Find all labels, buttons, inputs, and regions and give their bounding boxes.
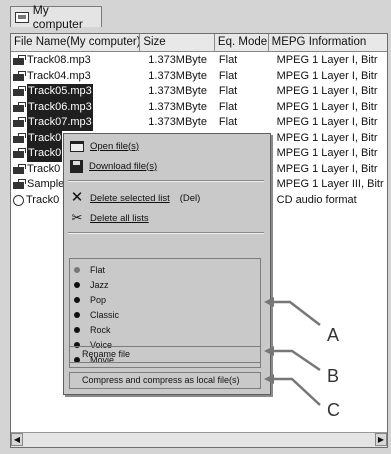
cell-size: 1.373MByte [148, 116, 207, 128]
column-header-size[interactable]: Size [140, 34, 215, 51]
file-name-text: Track04.mp3 [27, 69, 91, 82]
menu-item-open-files[interactable]: Open file(s) [70, 138, 139, 154]
column-header-eq-mode[interactable]: Eq. Mode [215, 34, 269, 51]
cd-audio-icon [13, 194, 24, 206]
cell-file-name: Track07.mp3 [11, 115, 140, 131]
table-row[interactable]: Track04.mp3 1.373MByte Flat MPEG 1 Layer I,… [11, 69, 387, 85]
computer-icon [15, 11, 29, 23]
file-name-text: Track08.mp3 [27, 54, 91, 66]
cell-eq-mode: Flat [218, 116, 238, 128]
cell-mpeg-info: MPEG 1 Layer I, Bitr [276, 54, 378, 66]
radio-dot-icon [74, 326, 80, 333]
explorer-panel: My computer File Name(My computer) Size … [0, 0, 391, 454]
file-name-text: Track06.mp3 [27, 99, 93, 115]
eq-mode-item[interactable]: Rock [74, 323, 111, 336]
delete-x-icon: ✕ [70, 189, 84, 206]
menu-separator [68, 232, 264, 234]
cell-mpeg-info: MPEG 1 Layer III, Bitr [276, 178, 384, 190]
table-row[interactable]: Track05.mp3 1.373MByte Flat MPEG 1 Layer I,… [11, 84, 387, 100]
context-menu: Open file(s) Download file(s) ✕ Delete s… [63, 133, 271, 395]
music-file-icon [13, 148, 26, 159]
music-file-icon [13, 132, 26, 144]
scissors-icon: ✂ [71, 210, 83, 225]
cell-file-name: Track06.mp3 [11, 99, 140, 115]
eq-mode-label: Flat [90, 264, 106, 275]
table-row[interactable]: Track06.mp3 1.373MByte Flat MPEG 1 Layer I,… [11, 99, 387, 115]
cell-eq-mode: Flat [218, 69, 238, 82]
tab-label: My computer [32, 3, 83, 31]
cell-mpeg-info: MPEG 1 Layer I, Bitr [276, 85, 378, 97]
menu-item-delete-selected[interactable]: ✕ Delete selected list (Del) [70, 189, 201, 206]
music-file-icon [13, 70, 26, 82]
file-name-text: Track0 [27, 162, 61, 175]
menu-delete-all-label: Delete all lists [90, 212, 149, 224]
eq-mode-label: Classic [90, 309, 120, 320]
menu-delete-shortcut: (Del) [179, 192, 201, 204]
music-file-icon [13, 101, 26, 113]
callout-label-b: B [327, 366, 340, 386]
column-header-mpeg-info[interactable]: MEPG Information [269, 34, 387, 51]
eq-mode-item[interactable]: Jazz [74, 278, 109, 291]
column-header-name[interactable]: File Name(My computer) [11, 34, 141, 51]
music-file-icon [13, 86, 26, 97]
floppy-disk-icon [70, 159, 83, 173]
menu-delete-selected-label: Delete selected list [90, 192, 170, 204]
list-header: File Name(My computer) Size Eq. Mode MEP… [11, 34, 387, 52]
cell-size: 1.373MByte [148, 85, 207, 97]
music-file-icon [13, 179, 26, 190]
file-name-text: Track0 [27, 130, 63, 146]
cell-size: 1.373MByte [148, 100, 207, 113]
eq-mode-label: Jazz [90, 279, 109, 290]
cell-mpeg-info: MPEG 1 Layer I, Bitr [276, 100, 378, 113]
cell-mpeg-info: CD audio format [276, 193, 357, 206]
menu-item-download-files[interactable]: Download file(s) [70, 158, 157, 174]
music-file-icon [13, 55, 26, 66]
cell-eq-mode: Flat [218, 85, 238, 97]
eq-mode-item[interactable]: Classic [74, 308, 119, 321]
file-name-text: Sample [27, 178, 65, 190]
file-name-text: Track05.mp3 [27, 84, 93, 100]
open-folder-icon [70, 140, 84, 152]
menu-item-delete-all[interactable]: ✂ Delete all lists [70, 210, 149, 226]
cell-file-name: Track05.mp3 [11, 84, 140, 100]
cell-file-name: Track08.mp3 [11, 53, 140, 69]
radio-dot-icon [74, 311, 80, 318]
eq-mode-item[interactable]: Flat [74, 263, 105, 276]
music-file-icon [13, 117, 26, 128]
radio-dot-icon [74, 296, 80, 303]
horizontal-scrollbar[interactable]: ◀ ▶ [11, 432, 387, 447]
file-name-text: Track0 [27, 146, 63, 162]
file-name-text: Track0 [26, 193, 60, 206]
callout-label-c: C [327, 400, 340, 420]
cell-eq-mode: Flat [218, 54, 238, 66]
eq-mode-label: Pop [90, 294, 107, 305]
cell-file-name: Track04.mp3 [11, 69, 140, 85]
table-row[interactable]: Track08.mp3 1.373MByte Flat MPEG 1 Layer I,… [11, 53, 387, 69]
tab-my-computer[interactable]: My computer [10, 3, 102, 31]
music-file-icon [13, 163, 26, 175]
callout-label-a: A [327, 325, 340, 345]
cell-size: 1.373MByte [148, 69, 207, 82]
table-row[interactable]: Track07.mp3 1.373MByte Flat MPEG 1 Layer I,… [11, 115, 387, 131]
menu-open-label: Open file(s) [90, 140, 140, 152]
menu-separator [68, 180, 264, 182]
file-name-text: Track07.mp3 [27, 115, 93, 131]
menu-item-rename-file[interactable]: Rename file [69, 346, 261, 363]
scroll-left-button[interactable]: ◀ [11, 433, 23, 446]
menu-item-compress[interactable]: Compress and compress as local file(s) [69, 372, 261, 389]
cell-mpeg-info: MPEG 1 Layer I, Bitr [276, 69, 378, 82]
radio-dot-icon [74, 281, 80, 288]
eq-mode-label: Rock [90, 324, 111, 335]
scroll-right-button[interactable]: ▶ [375, 433, 387, 446]
cell-mpeg-info: MPEG 1 Layer I, Bitr [276, 116, 378, 128]
eq-mode-item[interactable]: Pop [74, 293, 106, 306]
cell-mpeg-info: MPEG 1 Layer I, Bitr [276, 147, 378, 159]
cell-eq-mode: Flat [218, 100, 238, 113]
cell-size: 1.373MByte [148, 54, 207, 66]
radio-dot-icon [74, 266, 80, 273]
cell-mpeg-info: MPEG 1 Layer I, Bitr [276, 162, 378, 175]
cell-mpeg-info: MPEG 1 Layer I, Bitr [276, 131, 378, 144]
menu-download-label: Download file(s) [89, 160, 158, 172]
